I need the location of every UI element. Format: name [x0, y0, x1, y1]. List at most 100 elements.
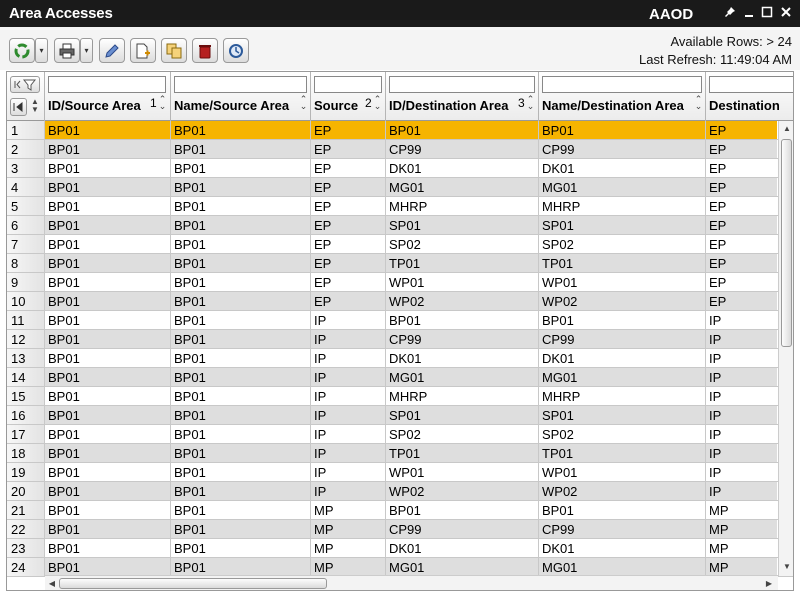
table-cell[interactable]: BP01 [45, 387, 171, 406]
table-cell[interactable]: BP01 [45, 520, 171, 539]
table-cell[interactable]: MP [311, 501, 386, 520]
row-number[interactable]: 4 [7, 178, 45, 197]
table-cell[interactable]: BP01 [171, 254, 311, 273]
table-cell[interactable]: MG01 [539, 178, 706, 197]
table-cell[interactable]: EP [311, 273, 386, 292]
table-cell[interactable]: BP01 [45, 349, 171, 368]
table-cell[interactable]: BP01 [171, 463, 311, 482]
table-cell[interactable]: TP01 [539, 254, 706, 273]
table-cell[interactable]: IP [311, 444, 386, 463]
new-button[interactable] [130, 38, 156, 63]
table-row[interactable]: 12 BP01 BP01 IP CP99 CP99 IP [7, 330, 793, 349]
delete-button[interactable] [192, 38, 218, 63]
close-icon[interactable] [779, 6, 793, 20]
column-header-source[interactable]: Source 2 ⌃ ⌄ [311, 72, 386, 121]
sort-icon[interactable]: ⌃ ⌄ [299, 95, 308, 111]
table-cell[interactable]: SP01 [539, 406, 706, 425]
row-number[interactable]: 23 [7, 539, 45, 558]
table-cell[interactable]: BP01 [171, 216, 311, 235]
row-number[interactable]: 15 [7, 387, 45, 406]
table-cell[interactable]: EP [311, 254, 386, 273]
table-cell[interactable]: BP01 [45, 140, 171, 159]
table-cell[interactable]: BP01 [45, 216, 171, 235]
row-number[interactable]: 21 [7, 501, 45, 520]
copy-button[interactable] [161, 38, 187, 63]
sort-icon[interactable]: ⌃ ⌄ [694, 95, 703, 111]
table-cell[interactable]: BP01 [171, 444, 311, 463]
table-cell[interactable]: MG01 [386, 368, 539, 387]
table-cell[interactable]: BP01 [45, 539, 171, 558]
table-cell[interactable]: TP01 [386, 254, 539, 273]
table-cell[interactable]: CP99 [539, 330, 706, 349]
table-row[interactable]: 2 BP01 BP01 EP CP99 CP99 EP [7, 140, 793, 159]
table-cell[interactable]: BP01 [45, 292, 171, 311]
table-row[interactable]: 11 BP01 BP01 IP BP01 BP01 IP [7, 311, 793, 330]
table-cell[interactable]: BP01 [45, 330, 171, 349]
table-cell[interactable]: WP02 [539, 482, 706, 501]
row-number[interactable]: 19 [7, 463, 45, 482]
table-cell[interactable]: BP01 [45, 368, 171, 387]
table-cell[interactable]: BP01 [539, 121, 706, 140]
table-cell[interactable]: BP01 [45, 311, 171, 330]
table-row[interactable]: 5 BP01 BP01 EP MHRP MHRP EP [7, 197, 793, 216]
table-cell[interactable]: BP01 [171, 273, 311, 292]
table-cell[interactable]: DK01 [539, 349, 706, 368]
table-cell[interactable]: WP02 [539, 292, 706, 311]
row-number[interactable]: 13 [7, 349, 45, 368]
table-cell[interactable]: BP01 [171, 330, 311, 349]
filter-input-name-destination-area[interactable] [542, 76, 702, 93]
row-number[interactable]: 8 [7, 254, 45, 273]
sort-stepper-icon[interactable]: ▲ ▼ [29, 98, 41, 116]
pin-icon[interactable] [723, 6, 737, 20]
refresh-button[interactable] [9, 38, 35, 63]
table-cell[interactable]: EP [311, 121, 386, 140]
table-cell[interactable]: IP [311, 311, 386, 330]
table-cell[interactable]: IP [311, 463, 386, 482]
table-cell[interactable]: EP [311, 197, 386, 216]
column-header-id-destination-area[interactable]: ID/Destination Area 3 ⌃ ⌄ [386, 72, 539, 121]
table-cell[interactable]: BP01 [171, 539, 311, 558]
table-cell[interactable]: DK01 [386, 159, 539, 178]
row-number[interactable]: 16 [7, 406, 45, 425]
horizontal-scroll-thumb[interactable] [59, 578, 327, 589]
scroll-right-icon[interactable]: ▶ [763, 578, 775, 590]
table-cell[interactable]: BP01 [386, 501, 539, 520]
table-cell[interactable]: IP [311, 330, 386, 349]
row-number[interactable]: 1 [7, 121, 45, 140]
row-number[interactable]: 2 [7, 140, 45, 159]
table-row[interactable]: 1 BP01 BP01 EP BP01 BP01 EP [7, 121, 793, 140]
horizontal-scrollbar[interactable]: ◀ ▶ [45, 575, 778, 590]
table-row[interactable]: 18 BP01 BP01 IP TP01 TP01 IP [7, 444, 793, 463]
table-cell[interactable]: IP [311, 425, 386, 444]
table-cell[interactable]: BP01 [171, 121, 311, 140]
table-cell[interactable]: BP01 [171, 387, 311, 406]
filter-input-source[interactable] [314, 76, 382, 93]
table-cell[interactable]: SP01 [539, 216, 706, 235]
table-row[interactable]: 20 BP01 BP01 IP WP02 WP02 IP [7, 482, 793, 501]
table-row[interactable]: 15 BP01 BP01 IP MHRP MHRP IP [7, 387, 793, 406]
table-cell[interactable]: MHRP [539, 197, 706, 216]
table-cell[interactable]: MG01 [539, 368, 706, 387]
sort-icon[interactable]: ⌃ ⌄ [373, 95, 382, 111]
row-number[interactable]: 6 [7, 216, 45, 235]
table-cell[interactable]: IP [311, 349, 386, 368]
table-cell[interactable]: EP [311, 235, 386, 254]
table-cell[interactable]: BP01 [171, 501, 311, 520]
table-cell[interactable]: MHRP [539, 387, 706, 406]
row-number[interactable]: 14 [7, 368, 45, 387]
table-cell[interactable]: WP01 [386, 273, 539, 292]
row-number[interactable]: 24 [7, 558, 45, 577]
print-button[interactable] [54, 38, 80, 63]
table-cell[interactable]: BP01 [171, 292, 311, 311]
row-number[interactable]: 22 [7, 520, 45, 539]
table-cell[interactable]: WP02 [386, 292, 539, 311]
table-cell[interactable]: BP01 [45, 482, 171, 501]
table-cell[interactable]: DK01 [539, 539, 706, 558]
table-row[interactable]: 4 BP01 BP01 EP MG01 MG01 EP [7, 178, 793, 197]
print-dropdown[interactable]: ▾ [80, 38, 93, 63]
row-number[interactable]: 12 [7, 330, 45, 349]
table-cell[interactable]: SP02 [539, 425, 706, 444]
table-cell[interactable]: BP01 [539, 311, 706, 330]
first-row-button[interactable] [10, 98, 27, 116]
table-cell[interactable]: CP99 [539, 520, 706, 539]
